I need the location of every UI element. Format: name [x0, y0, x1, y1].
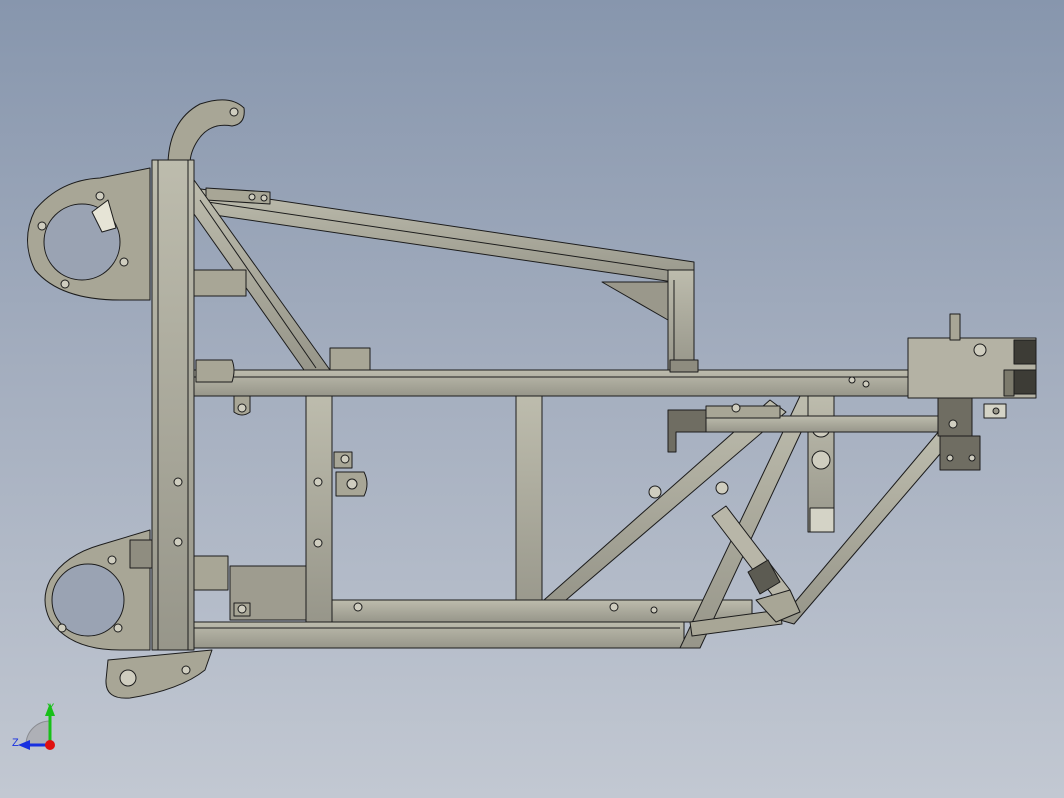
rear-plate [937, 397, 973, 437]
lower-inner-rail [331, 599, 753, 623]
vertical-post-1 [305, 395, 333, 623]
bottom-rail [193, 621, 685, 649]
rear-lower-plate [939, 435, 981, 471]
rear-lower-diagonal [779, 429, 953, 625]
frame-assembly-model[interactable] [0, 0, 1064, 798]
vertical-post-2 [515, 395, 543, 623]
rear-bracket-left [667, 409, 707, 453]
graphics-viewport[interactable]: Y Z [0, 0, 1064, 798]
rear-upright [667, 269, 695, 371]
main-spine [193, 369, 1005, 397]
